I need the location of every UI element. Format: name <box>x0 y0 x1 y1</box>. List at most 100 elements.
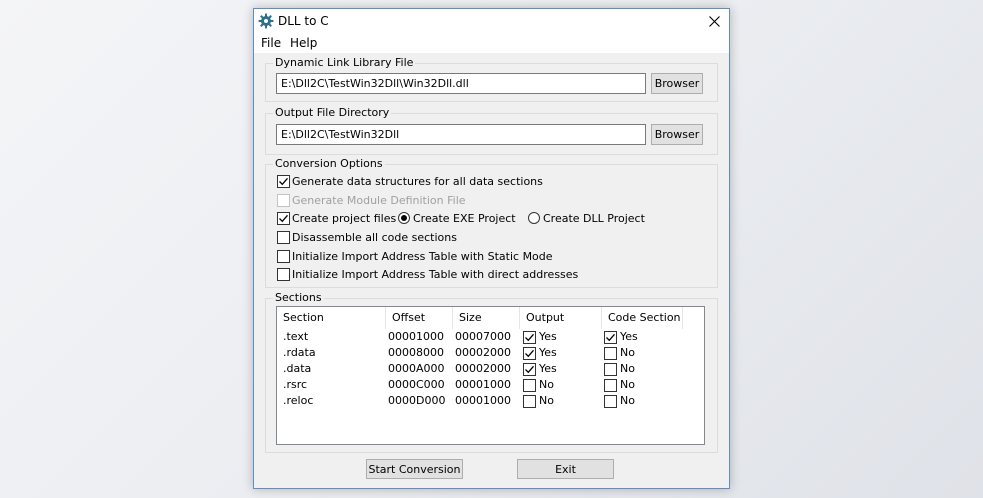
checkbox-box <box>277 211 290 225</box>
checkbox-box <box>277 230 290 244</box>
radio-circle <box>398 212 410 224</box>
output-checkbox[interactable] <box>523 362 536 376</box>
iat-static-checkbox[interactable]: Initialize Import Address Table with Sta… <box>277 248 553 264</box>
code-section-value: No <box>620 378 635 391</box>
gen-structs-label: Generate data structures for all data se… <box>292 174 543 188</box>
checkmark-icon <box>279 177 288 185</box>
dll-path-input[interactable]: E:\Dll2C\TestWin32Dll\Win32Dll.dll <box>276 73 646 94</box>
output-cell[interactable]: Yes <box>523 345 557 361</box>
create-project-label: Create project files <box>292 211 397 225</box>
output-cell[interactable]: No <box>523 377 554 393</box>
checkbox-box <box>277 174 290 188</box>
dll-project-label: Create DLL Project <box>543 211 645 225</box>
code-section-value: No <box>620 394 635 407</box>
column-header-output[interactable]: Output <box>520 307 602 329</box>
checkbox-box <box>277 267 290 281</box>
gen-structs-checkbox[interactable]: Generate data structures for all data se… <box>277 173 543 189</box>
size-cell: 00001000 <box>455 378 511 391</box>
code-section-cell[interactable]: Yes <box>604 329 638 345</box>
conversion-options-label: Conversion Options <box>273 157 385 170</box>
size-cell: 00002000 <box>455 362 511 375</box>
column-header-size[interactable]: Size <box>453 307 520 329</box>
code-section-checkbox[interactable] <box>604 330 617 344</box>
checkmark-icon <box>525 349 534 357</box>
section-name-cell[interactable]: .rsrc <box>283 377 307 393</box>
output-checkbox[interactable] <box>523 346 536 360</box>
section-name-cell[interactable]: .text <box>283 329 308 345</box>
checkbox-box <box>277 193 290 207</box>
column-header-offset[interactable]: Offset <box>386 307 453 329</box>
output-path-input[interactable]: E:\Dll2C\TestWin32Dll <box>276 124 646 145</box>
code-section-value: Yes <box>620 330 638 343</box>
code-section-cell[interactable]: No <box>604 377 635 393</box>
checkmark-icon <box>606 333 615 341</box>
menu-file[interactable]: File <box>261 36 281 50</box>
gen-module-def-checkbox[interactable]: Generate Module Definition File <box>277 192 466 208</box>
offset-cell: 00008000 <box>388 346 444 359</box>
dll-to-c-window: DLL to C File Help Dynamic Link Library … <box>253 8 730 489</box>
column-header-code-section[interactable]: Code Section <box>602 307 683 329</box>
output-cell[interactable]: No <box>523 393 554 409</box>
output-browse-button[interactable]: Browser <box>651 124 703 145</box>
offset-cell: 0000C000 <box>388 378 445 391</box>
window-title: DLL to C <box>278 14 329 28</box>
offset-cell: 0000A000 <box>388 362 445 375</box>
exe-project-label: Create EXE Project <box>413 211 516 225</box>
dll-browse-button[interactable]: Browser <box>651 73 703 94</box>
output-checkbox[interactable] <box>523 394 536 408</box>
section-name-cell[interactable]: .rdata <box>283 345 316 361</box>
gear-icon <box>258 13 274 29</box>
code-section-cell[interactable]: No <box>604 393 635 409</box>
radio-dot <box>401 215 407 221</box>
size-cell: 00007000 <box>455 330 511 343</box>
iat-static-label: Initialize Import Address Table with Sta… <box>292 249 553 263</box>
offset-cell: 00001000 <box>388 330 444 343</box>
disassemble-label: Disassemble all code sections <box>292 230 457 244</box>
offset-cell: 0000D000 <box>388 394 446 407</box>
exit-button[interactable]: Exit <box>517 459 614 479</box>
menu-bar: File Help <box>254 33 729 53</box>
close-icon <box>708 15 720 27</box>
code-section-checkbox[interactable] <box>604 362 617 376</box>
dll-project-radio[interactable]: Create DLL Project <box>528 210 645 226</box>
title-bar[interactable]: DLL to C <box>254 9 729 33</box>
start-conversion-button[interactable]: Start Conversion <box>366 459 463 479</box>
dll-file-group-label: Dynamic Link Library File <box>273 56 416 69</box>
code-section-checkbox[interactable] <box>604 394 617 408</box>
checkmark-icon <box>279 214 288 222</box>
create-project-checkbox[interactable]: Create project files <box>277 210 396 226</box>
gen-module-def-label: Generate Module Definition File <box>292 193 466 207</box>
output-cell[interactable]: Yes <box>523 329 557 345</box>
column-header-section[interactable]: Section <box>277 307 386 329</box>
code-section-checkbox[interactable] <box>604 346 617 360</box>
code-section-cell[interactable]: No <box>604 361 635 377</box>
close-button[interactable] <box>699 9 729 33</box>
sections-list[interactable]: Section Offset Size Output Code Section … <box>276 306 705 445</box>
size-cell: 00002000 <box>455 346 511 359</box>
output-checkbox[interactable] <box>523 330 536 344</box>
section-name-cell[interactable]: .reloc <box>283 393 313 409</box>
iat-direct-checkbox[interactable]: Initialize Import Address Table with dir… <box>277 266 578 282</box>
output-value: Yes <box>539 346 557 359</box>
checkmark-icon <box>525 333 534 341</box>
section-name-cell[interactable]: .data <box>283 361 311 377</box>
output-value: Yes <box>539 330 557 343</box>
output-value: No <box>539 378 554 391</box>
disassemble-checkbox[interactable]: Disassemble all code sections <box>277 229 457 245</box>
output-dir-group-label: Output File Directory <box>273 106 392 119</box>
output-checkbox[interactable] <box>523 378 536 392</box>
checkmark-icon <box>525 365 534 373</box>
output-value: No <box>539 394 554 407</box>
checkbox-box <box>277 249 290 263</box>
iat-direct-label: Initialize Import Address Table with dir… <box>292 267 579 281</box>
menu-help[interactable]: Help <box>290 36 317 50</box>
exe-project-radio[interactable]: Create EXE Project <box>398 210 516 226</box>
code-section-cell[interactable]: No <box>604 345 635 361</box>
code-section-checkbox[interactable] <box>604 378 617 392</box>
radio-circle <box>528 212 540 224</box>
code-section-value: No <box>620 346 635 359</box>
output-cell[interactable]: Yes <box>523 361 557 377</box>
sections-label: Sections <box>273 291 324 304</box>
size-cell: 00001000 <box>455 394 511 407</box>
output-value: Yes <box>539 362 557 375</box>
